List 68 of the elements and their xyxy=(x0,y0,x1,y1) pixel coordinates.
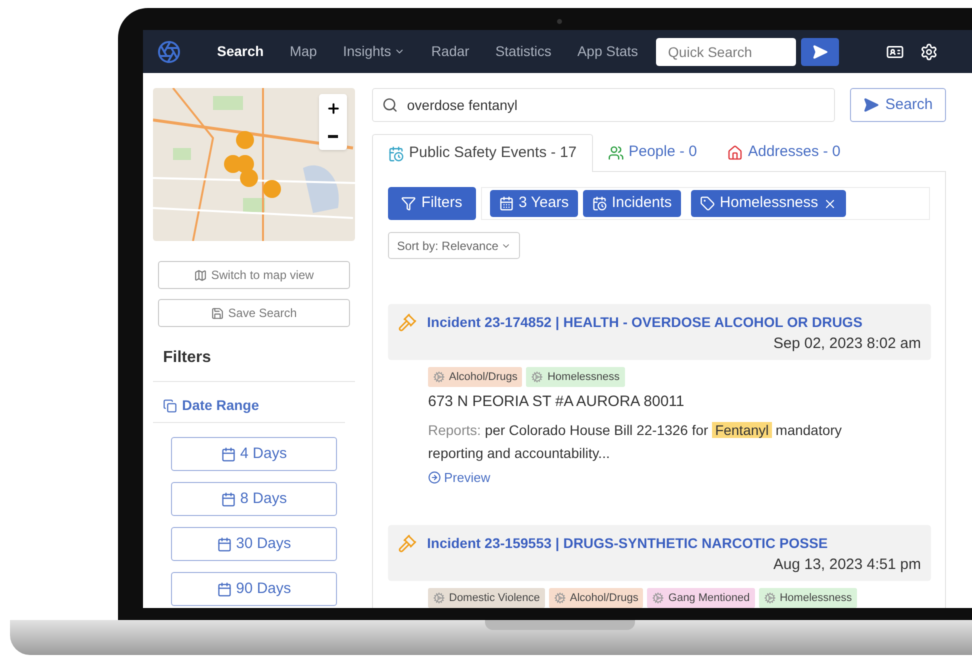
cog-icon xyxy=(652,592,664,604)
send-icon xyxy=(812,44,828,60)
calendar-clock-icon xyxy=(592,196,607,211)
incident-date: Sep 02, 2023 8:02 am xyxy=(773,334,921,354)
date-option-button[interactable]: 90 Days xyxy=(171,572,337,606)
cog-icon xyxy=(531,371,544,383)
filter-chip[interactable]: Homelessness xyxy=(690,190,846,217)
quick-search-field[interactable]: Quick Search xyxy=(656,38,796,66)
settings-icon[interactable] xyxy=(920,42,938,60)
calendar-clock-icon xyxy=(388,146,404,162)
search-button[interactable]: Search xyxy=(850,88,946,122)
aperture-logo[interactable] xyxy=(157,40,181,64)
calendar-icon xyxy=(221,446,236,462)
result-tab[interactable]: People - 0 xyxy=(592,134,712,172)
date-option-button[interactable]: 8 Days xyxy=(171,482,337,516)
cog-icon xyxy=(554,592,566,604)
nav-link[interactable]: Search xyxy=(217,41,264,62)
filters-heading: Filters xyxy=(163,348,212,368)
category-tag: Homelessness xyxy=(758,588,857,608)
incident-date: Aug 13, 2023 4:51 pm xyxy=(773,555,921,575)
calendar-icon xyxy=(216,536,232,552)
tag-icon xyxy=(700,196,715,211)
category-tag: Domestic Violence xyxy=(428,588,545,608)
cog-icon xyxy=(433,592,445,604)
incident-address: 673 N PEORIA ST #A AURORA 80011 xyxy=(428,392,686,412)
filter-chip[interactable]: Incidents xyxy=(582,190,681,217)
nav-link[interactable]: Map xyxy=(290,41,317,62)
date-option-button[interactable]: 30 Days xyxy=(171,527,337,561)
search-icon xyxy=(382,97,398,113)
date-option-button[interactable]: 4 Days xyxy=(171,437,337,471)
category-tag: Alcohol/Drugs xyxy=(548,588,644,608)
minus-icon xyxy=(328,134,338,138)
cog-icon xyxy=(764,592,776,604)
filters-button[interactable]: Filters xyxy=(388,187,476,220)
save-icon xyxy=(211,306,224,320)
nav-link[interactable]: Statistics xyxy=(495,41,552,62)
plus-icon xyxy=(326,100,340,116)
calendar-icon xyxy=(216,582,232,596)
category-tag: Gang Mentioned xyxy=(647,588,755,608)
preview-link[interactable]: Preview xyxy=(428,468,930,487)
nav-link[interactable]: App Stats xyxy=(577,41,638,62)
map-icon xyxy=(194,268,208,282)
send-icon xyxy=(863,97,880,113)
filter-chip[interactable]: 3 Years xyxy=(490,190,578,217)
report-text: Reports: per Colorado House Bill 22-1326 for Fentanyl mandatory reporting and accountability... xyxy=(428,420,843,463)
result-tab[interactable]: Addresses - 0 xyxy=(712,134,856,172)
sidebar-button[interactable]: Switch to map view xyxy=(158,261,350,289)
nav-link[interactable]: Radar xyxy=(431,41,470,62)
incident-title-link[interactable]: Incident 23-159553 | DRUGS-SYNTHETIC NARCOTIC POSSE xyxy=(427,533,828,554)
cog-icon xyxy=(433,371,445,383)
gavel-icon xyxy=(398,534,417,553)
house-icon xyxy=(726,144,743,160)
sidebar-button[interactable]: Save Search xyxy=(158,299,350,327)
incident-title-link[interactable]: Incident 23-174852 | HEALTH - OVERDOSE ALCOHOL OR DRUGS xyxy=(427,312,862,333)
people-icon xyxy=(608,144,624,160)
result-tab[interactable]: Public Safety Events - 17 xyxy=(372,134,593,172)
calendar-icon xyxy=(221,492,236,506)
sort-dropdown[interactable]: Sort by: Relevance xyxy=(388,232,520,259)
search-field[interactable]: overdose fentanyl xyxy=(372,88,835,122)
calendar-icon xyxy=(498,196,514,211)
filter-icon xyxy=(401,196,416,211)
quick-search-button[interactable] xyxy=(801,38,840,66)
category-tag: Alcohol/Drugs xyxy=(428,367,522,387)
nav-link[interactable]: Insights xyxy=(342,41,406,62)
gavel-icon xyxy=(398,313,417,332)
date-range-heading[interactable]: Date Range xyxy=(182,395,260,416)
stacked-squares-icon xyxy=(163,398,177,412)
category-tag: Homelessness xyxy=(526,367,625,387)
